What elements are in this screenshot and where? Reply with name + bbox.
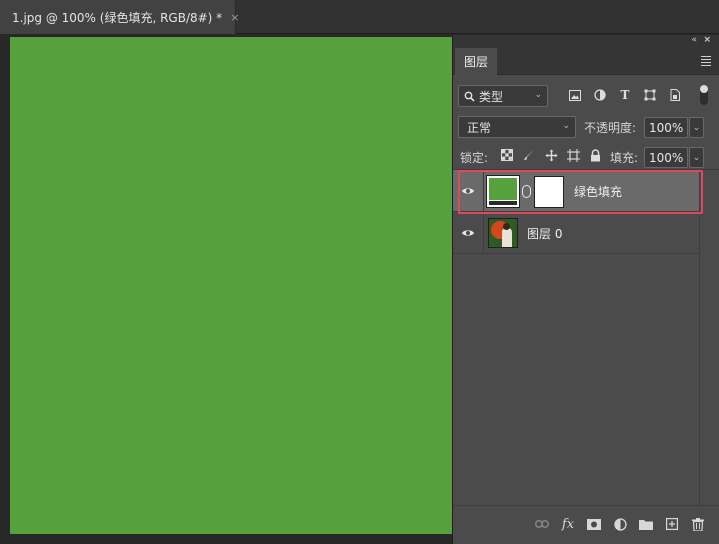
panel-footer: fx [453,505,719,544]
workspace [0,35,452,544]
fx-icon[interactable]: fx [560,516,576,532]
layer-name[interactable]: 图层 0 [527,225,562,242]
opacity-value: 100% [649,120,684,135]
add-mask-icon[interactable] [586,516,602,532]
panel-menu-icon[interactable] [701,56,711,68]
filter-toggle[interactable] [700,85,708,105]
mask-link-icon[interactable] [522,185,531,198]
panel-title-strip: « × [453,35,719,48]
layers-scrollbar[interactable] [699,170,719,505]
adjustment-filter-icon[interactable] [592,87,608,103]
eye-visibility-icon[interactable] [461,184,475,198]
tab-layers[interactable]: 图层 [455,48,497,75]
image-filter-icon[interactable] [567,87,583,103]
layer-row-green-fill[interactable]: 绿色填充 [453,170,699,212]
opacity-dropdown-icon[interactable]: ⌄ [689,117,704,138]
group-folder-icon[interactable] [638,516,654,532]
blend-opacity-row: 正常 ⌄ 不透明度: 100% ⌄ [453,115,719,141]
trash-icon[interactable] [690,516,706,532]
document-tab-title: 1.jpg @ 100% (绿色填充, RGB/8#) * [12,10,223,25]
fill-dropdown-icon[interactable]: ⌄ [689,147,704,168]
fill-value: 100% [649,150,684,165]
lock-position-icon[interactable] [544,148,558,162]
fill-layer-thumbnail[interactable] [486,175,520,208]
document-tab-bar: 1.jpg @ 100% (绿色填充, RGB/8#) * × [0,0,719,34]
layer-name[interactable]: 绿色填充 [574,183,622,200]
blend-mode-value: 正常 [467,120,492,135]
lock-transparent-pixels-icon[interactable] [500,148,514,162]
filter-kind-select[interactable]: 类型 ⌄ [458,85,548,107]
opacity-label: 不透明度: [584,121,637,135]
fill-input[interactable]: 100% [644,147,688,168]
filter-kind-label: 类型 [479,89,504,104]
link-layers-icon[interactable] [534,516,550,532]
search-icon [464,91,475,102]
panel-header: 图层 [453,48,719,75]
collapse-panel-icon[interactable]: « [691,35,697,45]
layer-row-layer-0[interactable]: 图层 0 [453,212,699,254]
chevron-down-icon: ⌄ [562,121,570,131]
lock-all-icon[interactable] [588,148,602,162]
eye-visibility-icon[interactable] [461,226,475,240]
opacity-input[interactable]: 100% [644,117,688,138]
layer-mask-thumbnail[interactable] [534,176,564,208]
smart-object-filter-icon[interactable] [667,87,683,103]
shape-filter-icon[interactable] [642,87,658,103]
layers-panel: « × 图层 类型 ⌄ T 正常 ⌄ 不透明度: 100% ⌄ 锁定: 填充: … [452,35,719,544]
close-tab-icon[interactable]: × [230,11,239,24]
chevron-down-icon: ⌄ [534,90,542,100]
photo-layer-thumbnail[interactable] [488,218,518,248]
new-layer-icon[interactable] [664,516,680,532]
lock-artboard-icon[interactable] [566,148,580,162]
adjustment-layer-icon[interactable] [612,516,628,532]
lock-image-pixels-icon[interactable] [522,148,536,162]
document-canvas[interactable] [10,37,452,534]
document-tab[interactable]: 1.jpg @ 100% (绿色填充, RGB/8#) * × [0,0,239,34]
lock-fill-row: 锁定: 填充: 100% ⌄ [453,145,719,169]
lock-label: 锁定: [460,151,489,165]
filter-row: 类型 ⌄ T [453,83,719,109]
type-filter-icon[interactable]: T [617,87,633,103]
fill-label: 填充: [610,151,639,165]
close-panel-icon[interactable]: × [703,35,711,45]
blend-mode-select[interactable]: 正常 ⌄ [458,116,576,138]
layers-list: 绿色填充 图层 0 [453,170,699,254]
